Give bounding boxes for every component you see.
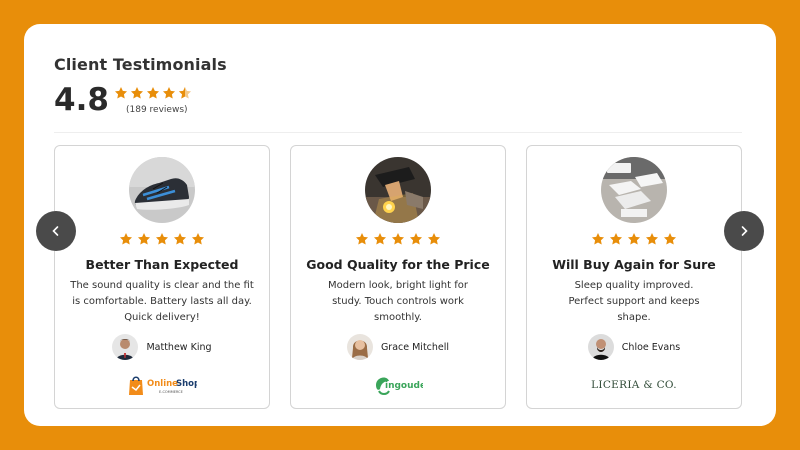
rating-stars xyxy=(291,232,505,246)
star-icon xyxy=(114,86,128,100)
brand-logo-liceria: LICERIA & CO. xyxy=(527,372,741,398)
product-photo xyxy=(365,157,431,223)
testimonial-headline: Will Buy Again for Sure xyxy=(552,257,716,272)
star-icon xyxy=(645,232,659,246)
author-name: Grace Mitchell xyxy=(380,341,450,353)
author-name: Chloe Evans xyxy=(621,341,681,353)
star-icon xyxy=(391,232,405,246)
star-half-icon xyxy=(178,86,192,100)
review-count: (189 reviews) xyxy=(126,105,188,115)
header-divider xyxy=(54,132,742,133)
product-photo xyxy=(601,157,667,223)
testimonial-body: Sleep quality improved. Perfect support … xyxy=(568,280,700,323)
section-title: Client Testimonials xyxy=(54,55,227,74)
svg-text:Online: Online xyxy=(147,379,178,389)
star-icon xyxy=(173,232,187,246)
star-icon xyxy=(155,232,169,246)
star-icon xyxy=(663,232,677,246)
previous-button[interactable] xyxy=(36,211,76,251)
testimonial-card: Good Quality for the Price Modern look, … xyxy=(290,145,506,409)
star-icon xyxy=(609,232,623,246)
testimonial-author: Grace Mitchell xyxy=(291,334,505,360)
brand-name: ingoude xyxy=(385,381,423,391)
rating-stars xyxy=(55,232,269,246)
star-icon xyxy=(146,86,160,100)
star-icon xyxy=(427,232,441,246)
star-icon xyxy=(130,86,144,100)
svg-text:Shop: Shop xyxy=(176,379,197,389)
author-name: Matthew King xyxy=(146,341,212,353)
chevron-left-icon xyxy=(52,226,59,236)
svg-text:E-COMMERCE: E-COMMERCE xyxy=(159,390,183,394)
testimonial-headline: Good Quality for the Price xyxy=(306,257,490,272)
brand-logo-ingoude: ingoude xyxy=(291,372,505,398)
star-icon xyxy=(627,232,641,246)
avatar xyxy=(587,334,614,360)
testimonial-card: Better Than Expected The sound quality i… xyxy=(54,145,270,409)
chevron-right-icon xyxy=(741,226,748,236)
brand-logo-online-shop: Online Shop E-COMMERCE xyxy=(55,372,269,398)
testimonial-author: Chloe Evans xyxy=(527,334,741,360)
testimonial-headline: Better Than Expected xyxy=(85,257,239,272)
star-icon xyxy=(591,232,605,246)
avatar xyxy=(112,334,139,360)
rating-stars xyxy=(527,232,741,246)
star-icon xyxy=(355,232,369,246)
avatar xyxy=(346,334,373,360)
star-icon xyxy=(137,232,151,246)
testimonial-body: Modern look, bright light for study. Tou… xyxy=(328,280,468,323)
star-icon xyxy=(191,232,205,246)
star-icon xyxy=(409,232,423,246)
testimonial-author: Matthew King xyxy=(55,334,269,360)
brand-name: LICERIA & CO. xyxy=(591,379,677,391)
average-rating-stars xyxy=(114,86,192,100)
star-icon xyxy=(119,232,133,246)
testimonial-body: The sound quality is clear and the fit i… xyxy=(70,280,254,323)
testimonial-card: Will Buy Again for Sure Sleep quality im… xyxy=(526,145,742,409)
next-button[interactable] xyxy=(724,211,764,251)
product-photo xyxy=(129,157,195,223)
star-icon xyxy=(162,86,176,100)
average-rating: 4.8 xyxy=(54,82,109,118)
star-icon xyxy=(373,232,387,246)
